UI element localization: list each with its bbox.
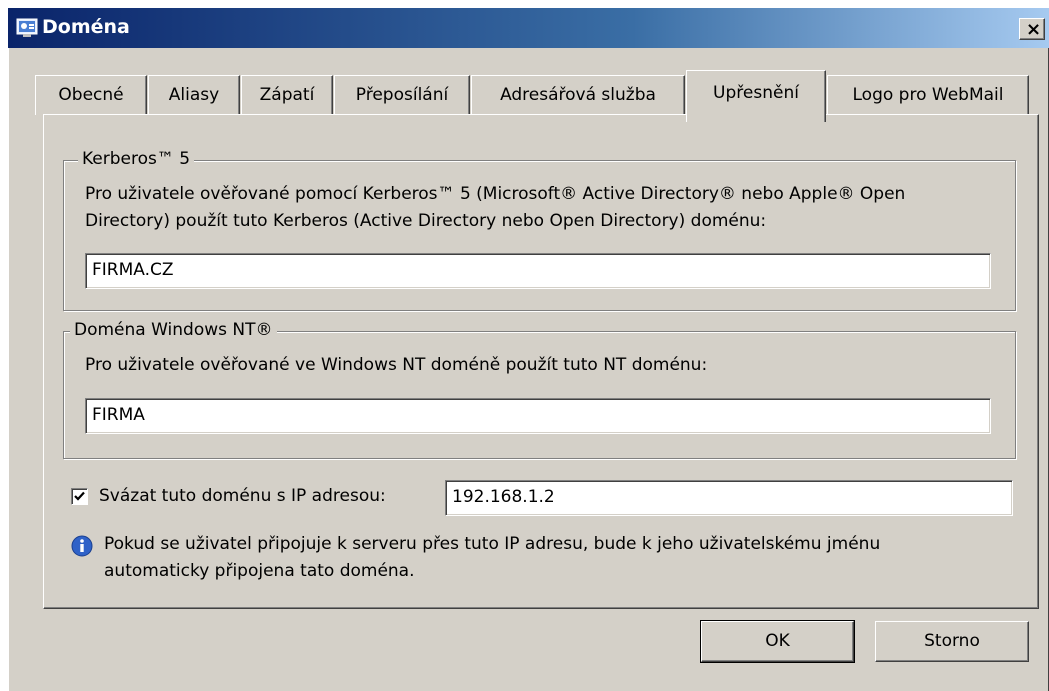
title-bar[interactable]: Doména × <box>8 8 1049 48</box>
tab-adresarova-sluzba[interactable]: Adresářová služba <box>471 75 685 115</box>
info-text-line2: automaticky připojena tato doména. <box>104 561 415 581</box>
kerberos-legend: Kerberos™ 5 <box>78 149 195 169</box>
tab-logo-pro-webmail[interactable]: Logo pro WebMail <box>827 75 1029 115</box>
bind-ip-checkbox[interactable] <box>71 488 88 505</box>
app-icon <box>16 17 40 39</box>
nt-domain-description: Pro uživatele ověřované ve Windows NT do… <box>85 355 708 375</box>
kerberos-description-line2: Directory) použít tuto Kerberos (Active … <box>85 211 767 231</box>
nt-domain-legend: Doména Windows NT® <box>70 320 277 340</box>
cancel-button[interactable]: Storno <box>875 621 1029 662</box>
tab-upresneni[interactable]: Upřesnění <box>686 70 826 122</box>
window-title: Doména <box>42 16 130 38</box>
tab-panel-upresneni: Kerberos™ 5 Pro uživatele ověřované pomo… <box>43 114 1039 609</box>
tab-aliasy[interactable]: Aliasy <box>148 75 240 115</box>
kerberos-group: Kerberos™ 5 Pro uživatele ověřované pomo… <box>63 149 1016 311</box>
checkmark-icon <box>74 491 85 501</box>
nt-domain-group: Doména Windows NT® Pro uživatele ověřova… <box>63 320 1016 459</box>
nt-domain-input[interactable]: FIRMA <box>85 398 991 434</box>
close-button[interactable]: × <box>1019 18 1045 40</box>
ip-address-input[interactable]: 192.168.1.2 <box>445 480 1013 516</box>
info-text-line1: Pokud se uživatel připojuje k serveru př… <box>104 534 881 554</box>
tab-obecne[interactable]: Obecné <box>35 75 147 115</box>
bind-ip-label[interactable]: Svázat tuto doménu s IP adresou: <box>99 483 386 509</box>
tab-preposilani[interactable]: Přeposílání <box>334 75 470 115</box>
close-icon: × <box>1026 19 1042 40</box>
kerberos-domain-input[interactable]: FIRMA.CZ <box>85 253 991 289</box>
info-icon <box>71 535 93 562</box>
domain-dialog: Doména × Obecné Aliasy Zápatí Přeposílán… <box>8 8 1049 691</box>
tab-zapati[interactable]: Zápatí <box>241 75 333 115</box>
ok-button[interactable]: OK <box>700 620 855 663</box>
kerberos-description-line1: Pro uživatele ověřované pomocí Kerberos™… <box>85 184 906 204</box>
